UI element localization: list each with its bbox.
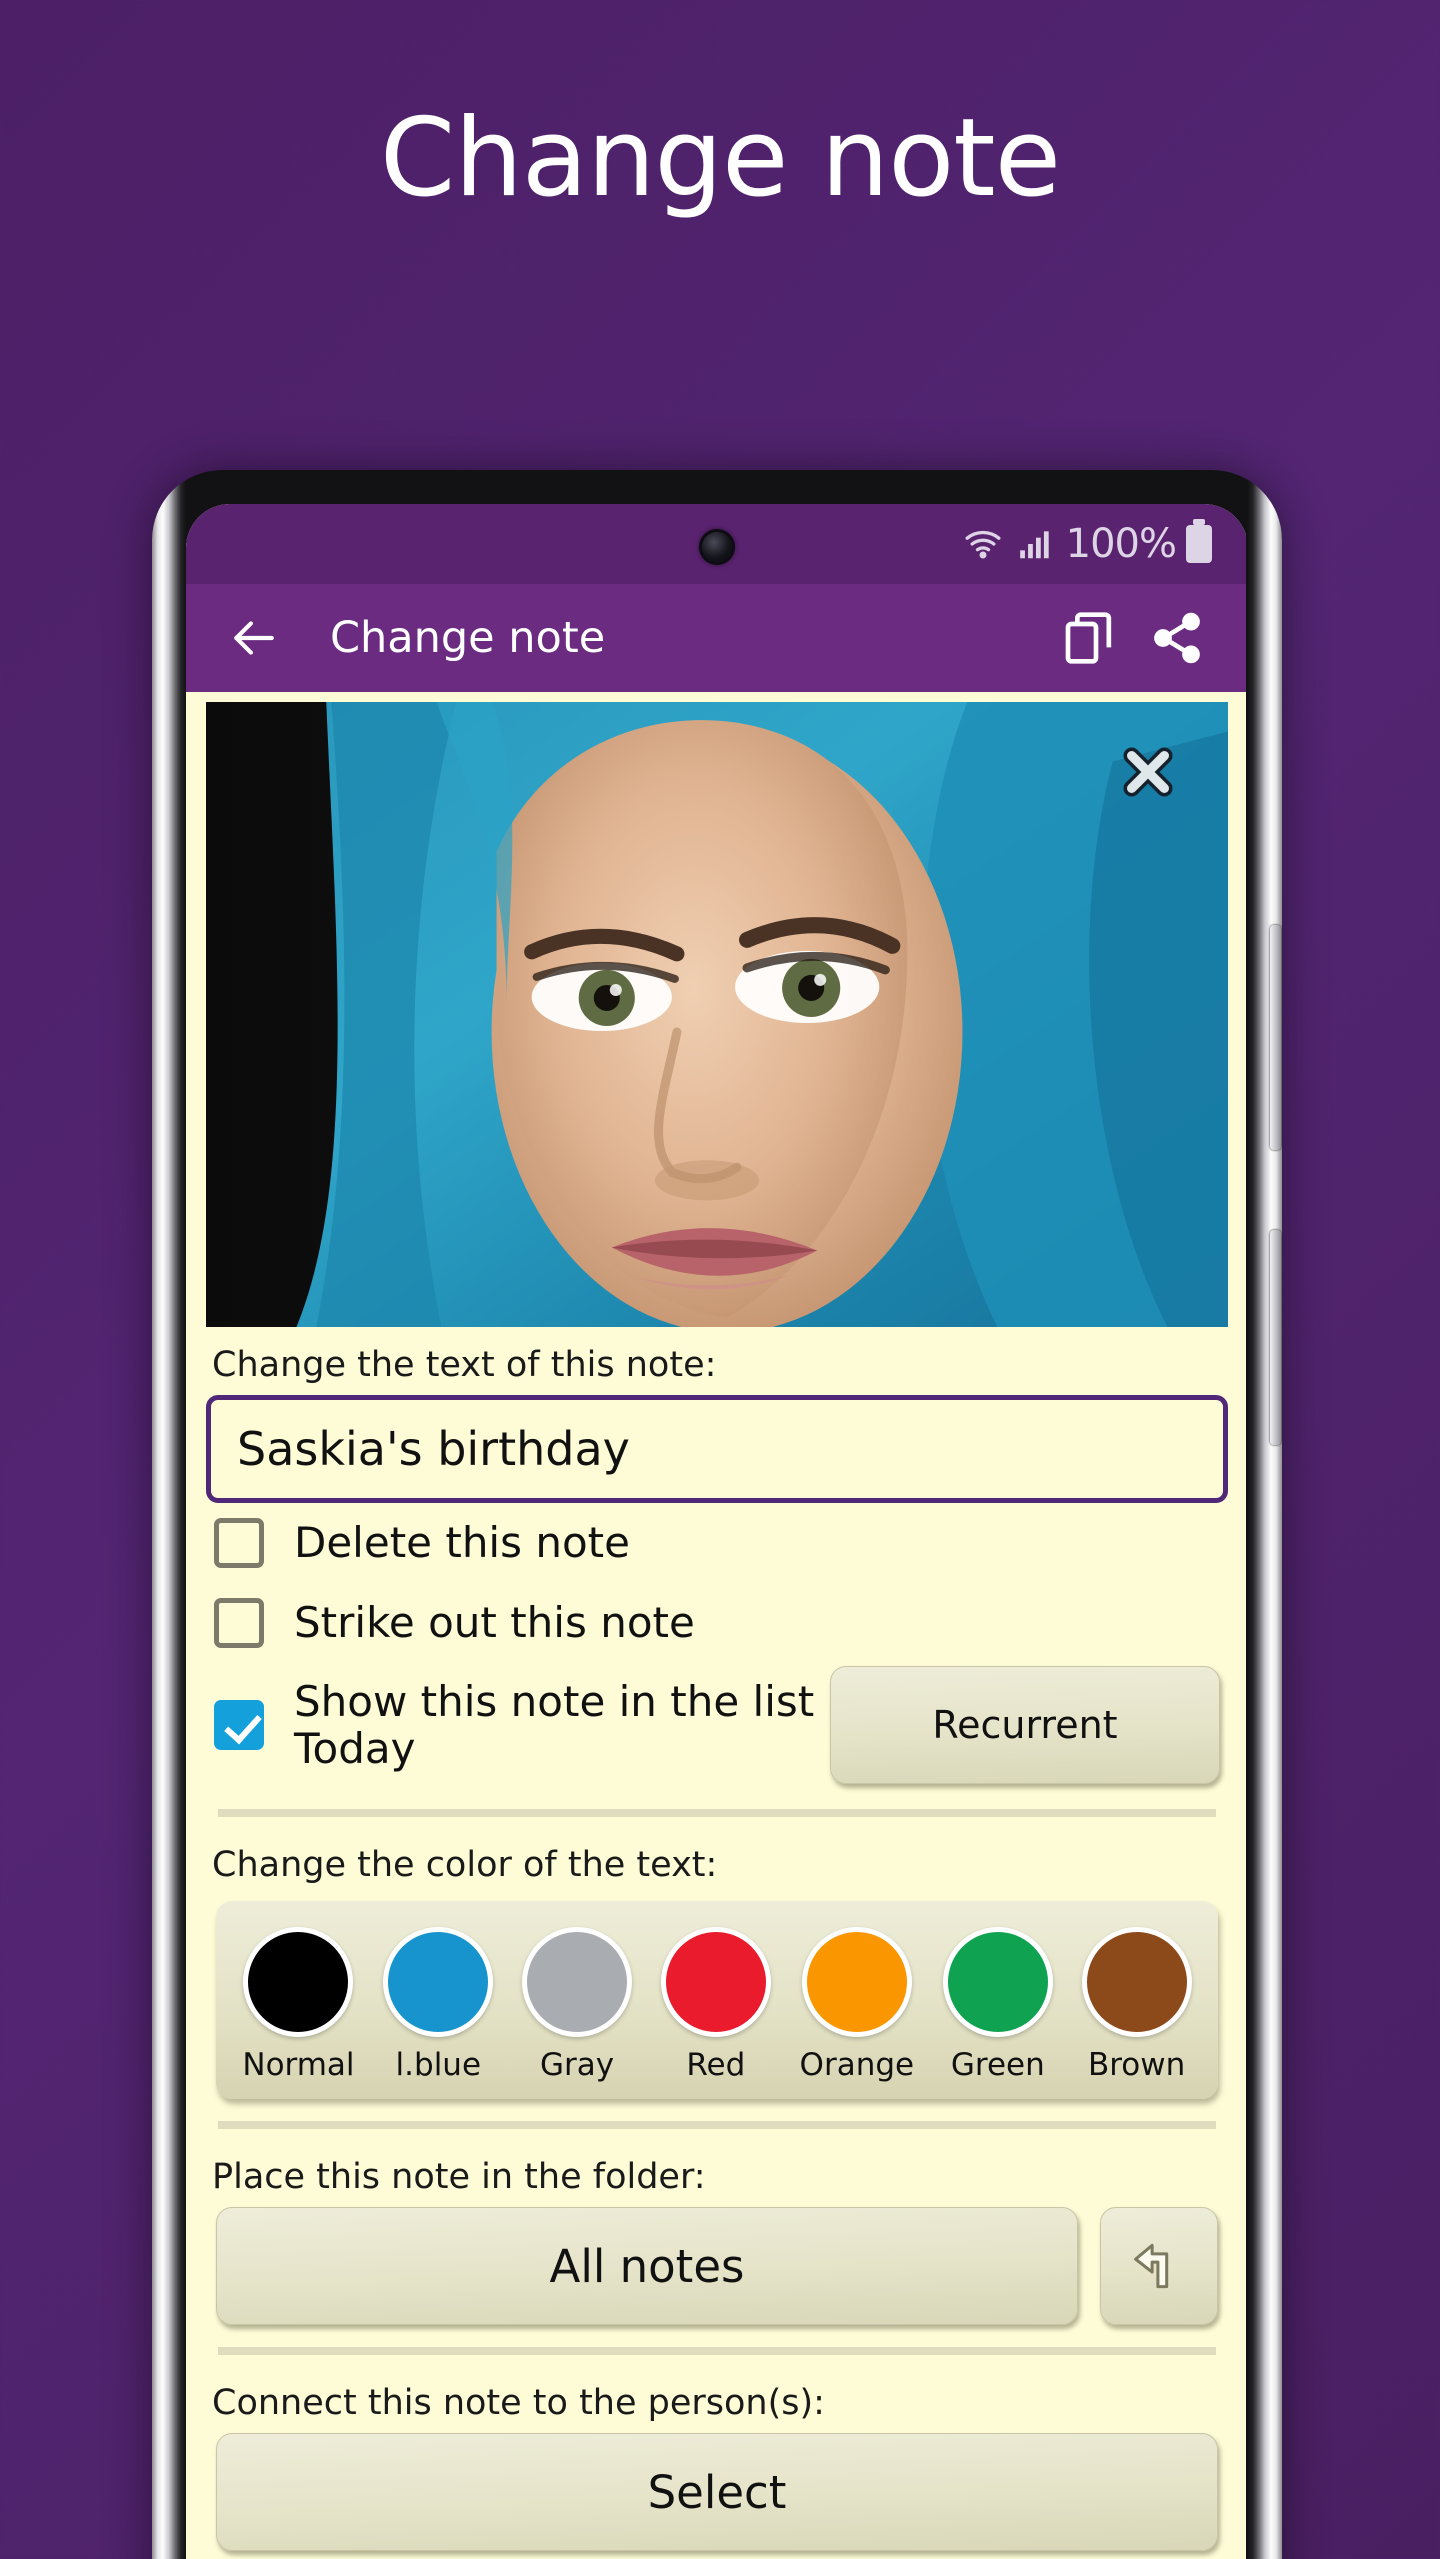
phone-screen: 100% Change note Change the text of this… [186, 504, 1248, 2559]
divider-after-options [218, 1809, 1216, 1818]
show-in-today-checkbox[interactable] [214, 1700, 264, 1751]
note-edit-form: Change the text of this note: Delete thi… [186, 692, 1248, 2559]
note-photo-container [206, 702, 1228, 1327]
cellular-signal-icon [1016, 525, 1056, 563]
color-swatch-normal[interactable] [243, 1927, 354, 2038]
divider-after-colors [218, 2121, 1216, 2130]
note-text-label: Change the text of this note: [212, 1345, 717, 1385]
share-icon[interactable] [1148, 609, 1206, 667]
delete-note-checkbox[interactable] [214, 1518, 264, 1568]
close-icon[interactable] [1120, 744, 1176, 800]
strike-out-note-checkbox[interactable] [214, 1598, 264, 1648]
color-option-gray[interactable]: Gray [522, 1927, 633, 2084]
color-option-normal[interactable]: Normal [242, 1927, 355, 2084]
show-in-today-row: Show this note in the list Today Recurre… [206, 1663, 1228, 1787]
folder-select-button[interactable]: All notes [216, 2207, 1078, 2326]
color-name-green: Green [950, 2047, 1045, 2084]
wifi-icon [960, 524, 1006, 564]
text-color-palette: Normal l.blue Gray Red Orange Green Brow… [216, 1901, 1218, 2100]
checkbox-row-delete-note[interactable]: Delete this note [206, 1503, 1228, 1583]
color-name-lblue: l.blue [395, 2047, 482, 2084]
battery-full-icon [1186, 519, 1212, 563]
color-name-normal: Normal [242, 2047, 355, 2084]
person-select-button[interactable]: Select [216, 2433, 1218, 2552]
show-in-today-label: Show this note in the list Today [294, 1677, 815, 1774]
phone-side-button-bottom[interactable] [1270, 1230, 1281, 1445]
strike-out-note-label: Strike out this note [294, 1598, 695, 1648]
color-option-red[interactable]: Red [660, 1927, 771, 2084]
color-option-lblue[interactable]: l.blue [383, 1927, 494, 2084]
folder-selection-row: All notes [206, 2207, 1228, 2326]
color-name-brown: Brown [1087, 2047, 1186, 2084]
checkbox-row-strike-out-note[interactable]: Strike out this note [206, 1583, 1228, 1663]
color-name-gray: Gray [539, 2047, 615, 2084]
copy-icon[interactable] [1060, 609, 1118, 667]
back-arrow-icon[interactable] [224, 609, 282, 667]
status-bar: 100% [186, 504, 1248, 584]
page-title: Change note [379, 96, 1061, 221]
app-bar-title: Change note [330, 613, 606, 663]
undo-arrow-icon[interactable] [1100, 2207, 1218, 2326]
phone-device-frame: 100% Change note Change the text of this… [152, 470, 1282, 2559]
note-color-label: Change the color of the text: [212, 1845, 718, 1886]
note-photo[interactable] [206, 702, 1228, 1327]
color-swatch-orange[interactable] [801, 1927, 912, 2038]
color-swatch-lblue[interactable] [383, 1927, 494, 2038]
color-swatch-green[interactable] [942, 1927, 1053, 2038]
app-bar: Change note [186, 584, 1248, 692]
color-option-green[interactable]: Green [942, 1927, 1053, 2084]
checkbox-row-show-today[interactable]: Show this note in the list Today [206, 1663, 830, 1787]
note-text-input[interactable] [206, 1395, 1228, 1503]
recurrent-button[interactable]: Recurrent [830, 1666, 1220, 1785]
phone-side-button-top[interactable] [1270, 925, 1281, 1150]
note-folder-label: Place this note in the folder: [212, 2157, 706, 2198]
color-option-brown[interactable]: Brown [1081, 1927, 1192, 2084]
delete-note-label: Delete this note [294, 1518, 630, 1568]
color-option-orange[interactable]: Orange [799, 1927, 915, 2084]
color-swatch-gray[interactable] [522, 1927, 633, 2038]
divider-after-folder [218, 2347, 1216, 2356]
note-person-label: Connect this note to the person(s): [212, 2383, 825, 2424]
color-name-red: Red [686, 2047, 746, 2084]
front-camera-icon [702, 532, 732, 562]
color-swatch-red[interactable] [660, 1927, 771, 2038]
battery-percentage: 100% [1065, 521, 1177, 567]
color-swatch-brown[interactable] [1081, 1927, 1192, 2038]
color-name-orange: Orange [799, 2047, 915, 2084]
